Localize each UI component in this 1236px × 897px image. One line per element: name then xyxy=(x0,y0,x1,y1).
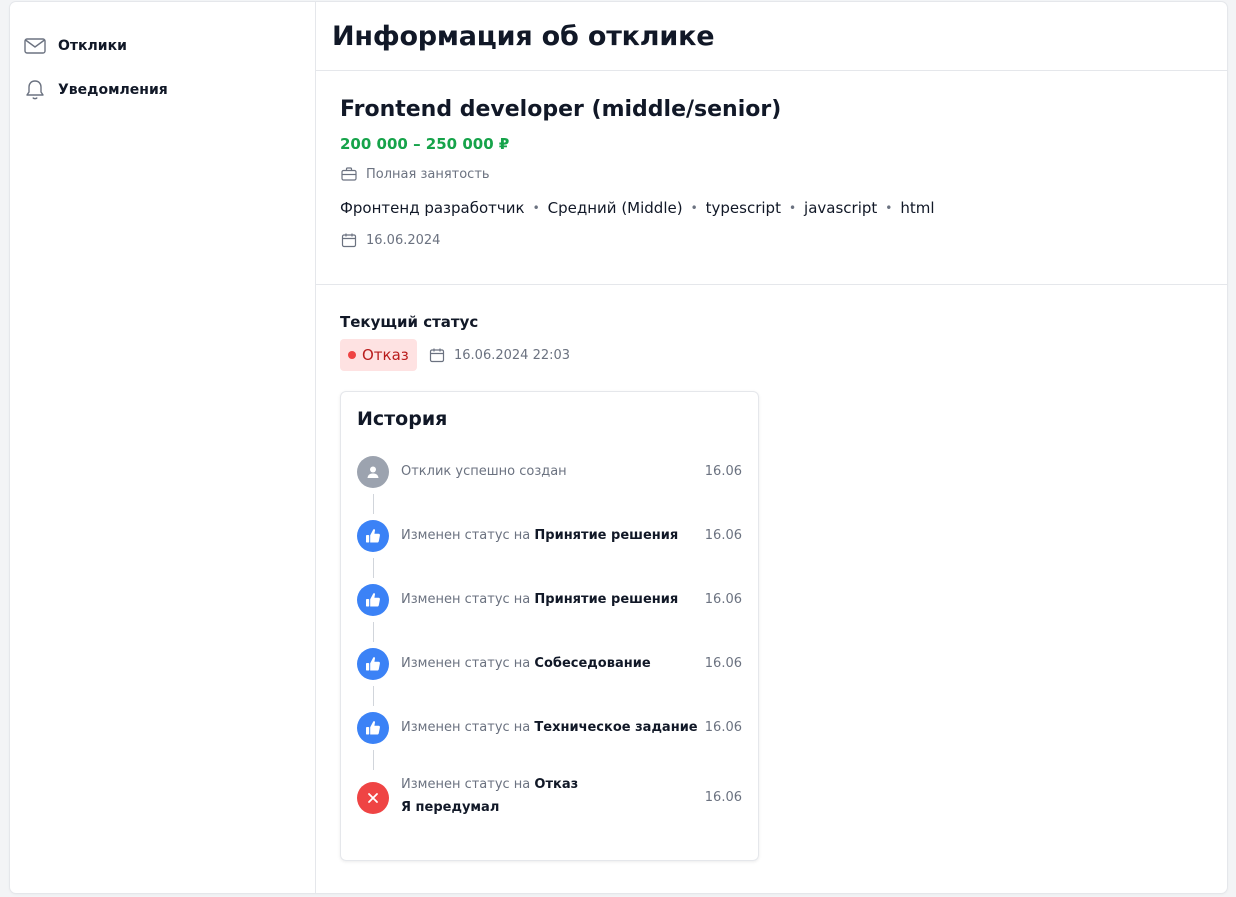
vacancy-tags: Фронтенд разработчик • Средний (Middle) … xyxy=(340,199,935,217)
history-event-date: 16.06 xyxy=(704,528,742,543)
history-event-date: 16.06 xyxy=(704,464,742,479)
history-event: Изменен статус на Принятие решения 16.06 xyxy=(357,584,742,616)
sidebar-item-notifications[interactable]: Уведомления xyxy=(24,78,168,102)
status-value: Отказ xyxy=(362,346,409,364)
timeline-connector xyxy=(373,494,374,514)
history-event-text: Изменен статус на Техническое задание xyxy=(401,720,698,735)
page-header: Информация об отклике xyxy=(316,2,1227,71)
history-event: Изменен статус на Отказ Я передумал 16.0… xyxy=(357,777,742,815)
vacancy-date: 16.06.2024 xyxy=(340,231,440,249)
history-event-note: Я передумал xyxy=(401,800,500,815)
tag-separator: • xyxy=(788,201,797,215)
tag: Средний (Middle) xyxy=(547,199,683,217)
history-event-text: Изменен статус на Отказ xyxy=(401,777,579,792)
sidebar: Отклики Уведомления xyxy=(10,2,316,893)
page-title: Информация об отклике xyxy=(332,20,715,52)
history-event: Изменен статус на Техническое задание 16… xyxy=(357,712,742,744)
thumbs-up-icon xyxy=(357,520,389,552)
status-datetime: 16.06.2024 22:03 xyxy=(428,346,570,364)
history-event-text: Изменен статус на Собеседование xyxy=(401,656,651,671)
user-icon xyxy=(357,456,389,488)
tag: Фронтенд разработчик xyxy=(340,199,525,217)
thumbs-up-icon xyxy=(357,648,389,680)
tag: typescript xyxy=(705,199,781,217)
history-event: Изменен статус на Принятие решения 16.06 xyxy=(357,520,742,552)
employment-label: Полная занятость xyxy=(366,166,490,182)
vacancy-card: Frontend developer (middle/senior) 200 0… xyxy=(316,71,1227,285)
history-event-date: 16.06 xyxy=(704,720,742,735)
history-event-date: 16.06 xyxy=(704,656,742,671)
tag: html xyxy=(900,199,935,217)
history-event-text: Изменен статус на Принятие решения xyxy=(401,592,679,607)
history-event-text: Изменен статус на Принятие решения xyxy=(401,528,679,543)
calendar-icon xyxy=(428,346,446,364)
timeline-connector xyxy=(373,750,374,770)
bell-icon xyxy=(24,79,46,101)
app-frame: Отклики Уведомления Информация об отклик… xyxy=(10,2,1227,893)
tag-separator: • xyxy=(532,201,540,215)
sidebar-item-responses[interactable]: Отклики xyxy=(24,34,127,58)
vacancy-salary: 200 000 – 250 000 ₽ xyxy=(340,135,510,153)
status-dot-icon xyxy=(348,351,356,359)
sidebar-item-label: Уведомления xyxy=(58,82,168,98)
history-event-text: Отклик успешно создан xyxy=(401,464,567,479)
history-event-date: 16.06 xyxy=(704,790,742,805)
timeline-connector xyxy=(373,686,374,706)
status-datetime-value: 16.06.2024 22:03 xyxy=(454,347,571,363)
thumbs-up-icon xyxy=(357,584,389,616)
history-event: Отклик успешно создан 16.06 xyxy=(357,456,742,488)
status-label: Текущий статус xyxy=(340,313,479,331)
close-icon xyxy=(357,782,389,814)
history-title: История xyxy=(357,408,448,430)
history-card: История Отклик успешно создан 16.06 Изме… xyxy=(340,391,759,861)
tag: javascript xyxy=(804,199,878,217)
briefcase-icon xyxy=(340,165,358,183)
status-badge: Отказ xyxy=(340,339,417,371)
main-content: Информация об отклике Frontend developer… xyxy=(316,2,1227,893)
mail-icon xyxy=(24,35,46,57)
history-event: Изменен статус на Собеседование 16.06 xyxy=(357,648,742,680)
calendar-icon xyxy=(340,231,358,249)
thumbs-up-icon xyxy=(357,712,389,744)
tag-separator: • xyxy=(885,201,893,215)
vacancy-date-value: 16.06.2024 xyxy=(366,232,441,248)
tag-separator: • xyxy=(690,201,698,215)
employment-type: Полная занятость xyxy=(340,165,490,183)
timeline-connector xyxy=(373,622,374,642)
vacancy-title[interactable]: Frontend developer (middle/senior) xyxy=(340,97,781,122)
timeline-connector xyxy=(373,558,374,578)
history-event-date: 16.06 xyxy=(704,592,742,607)
sidebar-item-label: Отклики xyxy=(58,38,127,54)
